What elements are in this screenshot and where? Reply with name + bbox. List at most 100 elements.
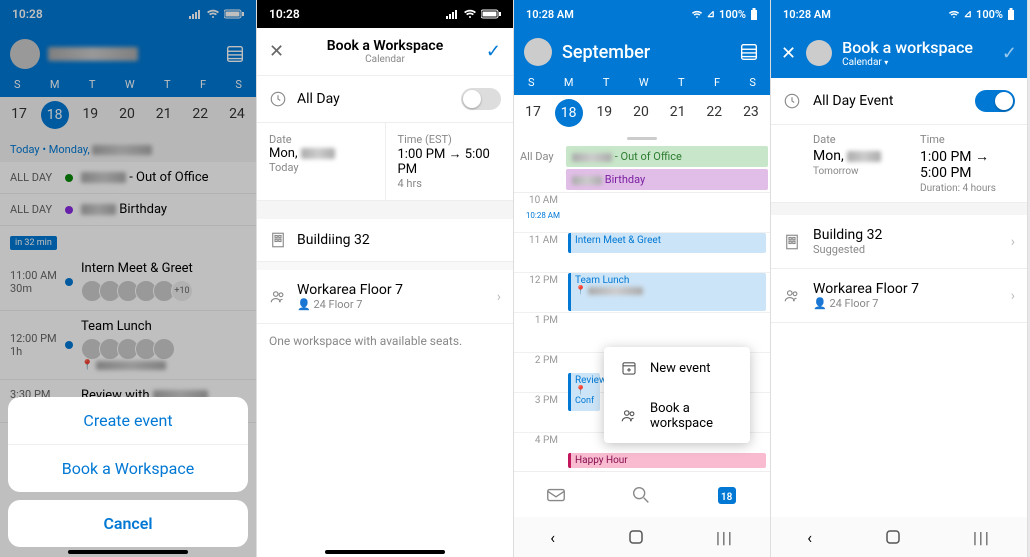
statusbar: 10:28 AM ⊿ 100%: [514, 0, 770, 28]
status-icons: [445, 9, 501, 19]
agenda-icon[interactable]: [738, 41, 760, 63]
screen-android-book-workspace: 10:28 AM ⊿ 100% ✕ Book a workspace Calen…: [771, 0, 1028, 557]
time-value: 1:00 PM → 5:00 PM: [398, 146, 502, 177]
android-navbar: ‹ |||: [514, 517, 770, 557]
building-row[interactable]: Buildiing 32: [257, 219, 513, 262]
timeline[interactable]: 10 AM 10:28 AM 11 AM 12 PM 1 PM 2 PM 3 P…: [514, 193, 770, 471]
date-sub: Today: [269, 161, 373, 174]
date-label: Date: [813, 133, 908, 146]
time-label: Time: [920, 133, 1015, 146]
clock-icon: [269, 90, 287, 108]
people-icon: [269, 288, 287, 306]
confirm-button[interactable]: ✓: [486, 41, 501, 62]
wifi-icon: [463, 9, 477, 19]
recents-button[interactable]: |||: [716, 528, 734, 547]
back-button[interactable]: ‹: [550, 528, 555, 547]
screen-ios-calendar: 10:28 SMTWTFS 17 18 19 20 21 22 24 Today…: [0, 0, 257, 557]
allday-toggle[interactable]: [461, 88, 501, 110]
date-row[interactable]: 17 18 19 20 21 22 23: [514, 95, 770, 135]
workarea-label: Workarea Floor 7: [813, 281, 999, 297]
menu-label: New event: [650, 361, 711, 376]
date-cell[interactable]: 22: [699, 99, 729, 127]
allday-section: All Day - Out of Office Birthday: [514, 144, 770, 193]
avatar[interactable]: [806, 40, 832, 66]
back-button[interactable]: ‹: [807, 528, 812, 547]
timeline-event-review[interactable]: Review📍 Conf: [568, 373, 600, 411]
date-column[interactable]: Date Mon, Today: [257, 123, 386, 200]
building-sub: Suggested: [813, 243, 999, 256]
battery-icon: [750, 8, 758, 20]
signal-icon: [445, 9, 459, 19]
chevron-right-icon: ›: [1011, 288, 1015, 304]
timeline-event-lunch[interactable]: Team Lunch📍: [568, 273, 766, 311]
home-button[interactable]: [885, 529, 901, 545]
time-label: Time (EST): [398, 133, 502, 146]
allday-label: All Day Event: [813, 93, 893, 109]
date-label: Date: [269, 133, 373, 146]
bottom-tabbar: 18: [514, 471, 770, 517]
timeline-event-happy[interactable]: Happy Hour: [568, 453, 766, 468]
screen-ios-book-workspace: 10:28 ✕ Book a Workspace Calendar ✓ All …: [257, 0, 514, 557]
timeline-event-meet[interactable]: Intern Meet & Greet: [568, 233, 766, 253]
modal-header: ✕ Book a workspace Calendar ▾ ✓: [771, 28, 1027, 78]
book-workspace-button[interactable]: Book a Workspace: [8, 445, 248, 492]
cancel-button[interactable]: Cancel: [8, 500, 248, 547]
book-workspace-button[interactable]: Book a workspace: [604, 389, 750, 443]
time-column[interactable]: Time 1:00 PM → 5:00 PM Duration: 4 hours: [920, 133, 1015, 194]
chevron-right-icon: ›: [1011, 234, 1015, 250]
avatar[interactable]: [524, 38, 552, 66]
statusbar: 10:28: [257, 0, 513, 28]
date-cell[interactable]: 20: [626, 99, 656, 127]
allday-label: All Day: [514, 144, 564, 192]
header-title-block: Book a Workspace Calendar: [284, 38, 486, 65]
allday-event-bday[interactable]: Birthday: [566, 169, 768, 190]
create-event-button[interactable]: Create event: [8, 397, 248, 445]
home-button[interactable]: [628, 529, 644, 545]
allday-row[interactable]: All Day Event: [771, 78, 1027, 125]
datetime-row: Date Mon, Today Time (EST) 1:00 PM → 5:0…: [257, 123, 513, 201]
building-icon: [783, 233, 801, 251]
new-event-button[interactable]: New event: [604, 347, 750, 389]
calendar-tab-active[interactable]: 18: [715, 483, 739, 507]
home-indicator: [325, 550, 445, 554]
header-title-block: Book a workspace Calendar ▾: [842, 38, 992, 68]
recents-button[interactable]: |||: [973, 528, 991, 547]
date-column[interactable]: Date Mon, Tomorrow: [783, 133, 908, 194]
allday-row[interactable]: All Day: [257, 76, 513, 123]
date-cell[interactable]: 19: [589, 99, 619, 127]
action-sheet: Create event Book a Workspace Cancel: [8, 397, 248, 547]
search-tab[interactable]: [630, 484, 652, 506]
day-view: All Day - Out of Office Birthday 10 AM 1…: [514, 144, 770, 471]
date-cell[interactable]: 21: [663, 99, 693, 127]
screen-android-calendar: 10:28 AM ⊿ 100% September SMTWTFS 17 18 …: [514, 0, 771, 557]
menu-label: Book a workspace: [650, 401, 734, 431]
date-cell-today[interactable]: 18: [555, 99, 583, 127]
time-column[interactable]: Time (EST) 1:00 PM → 5:00 PM 4 hrs: [386, 123, 514, 200]
mail-tab[interactable]: [545, 484, 567, 506]
close-button[interactable]: ✕: [781, 43, 796, 64]
workarea-label: Workarea Floor 7: [297, 282, 487, 298]
battery-icon: [1007, 8, 1015, 20]
home-indicator: [68, 550, 188, 554]
clock: 10:28: [269, 7, 300, 21]
allday-toggle[interactable]: [975, 90, 1015, 112]
drag-handle[interactable]: [627, 137, 657, 140]
chevron-right-icon: ›: [497, 289, 501, 305]
calendar-header: September SMTWTFS: [514, 28, 770, 95]
wifi-icon: [691, 10, 703, 19]
allday-event-ooo[interactable]: - Out of Office: [566, 146, 768, 167]
date-value: Mon,: [269, 146, 301, 161]
building-row[interactable]: Building 32 Suggested ›: [771, 215, 1027, 269]
building-label: Buildiing 32: [297, 232, 370, 248]
workarea-row[interactable]: Workarea Floor 7 👤 24 Floor 7 ›: [771, 269, 1027, 323]
date-cell[interactable]: 23: [736, 99, 766, 127]
datetime-row: Date Mon, Tomorrow Time 1:00 PM → 5:00 P…: [771, 125, 1027, 203]
workarea-row[interactable]: Workarea Floor 7 👤 24 Floor 7 ›: [257, 270, 513, 324]
confirm-button[interactable]: ✓: [1002, 43, 1017, 64]
cal-date-badge: 18: [715, 492, 739, 503]
time-sub: Duration: 4 hours: [920, 183, 1015, 194]
month-picker[interactable]: September: [562, 42, 650, 63]
date-cell[interactable]: 17: [518, 99, 548, 127]
fab-menu: New event Book a workspace: [604, 347, 750, 443]
close-button[interactable]: ✕: [269, 41, 284, 62]
